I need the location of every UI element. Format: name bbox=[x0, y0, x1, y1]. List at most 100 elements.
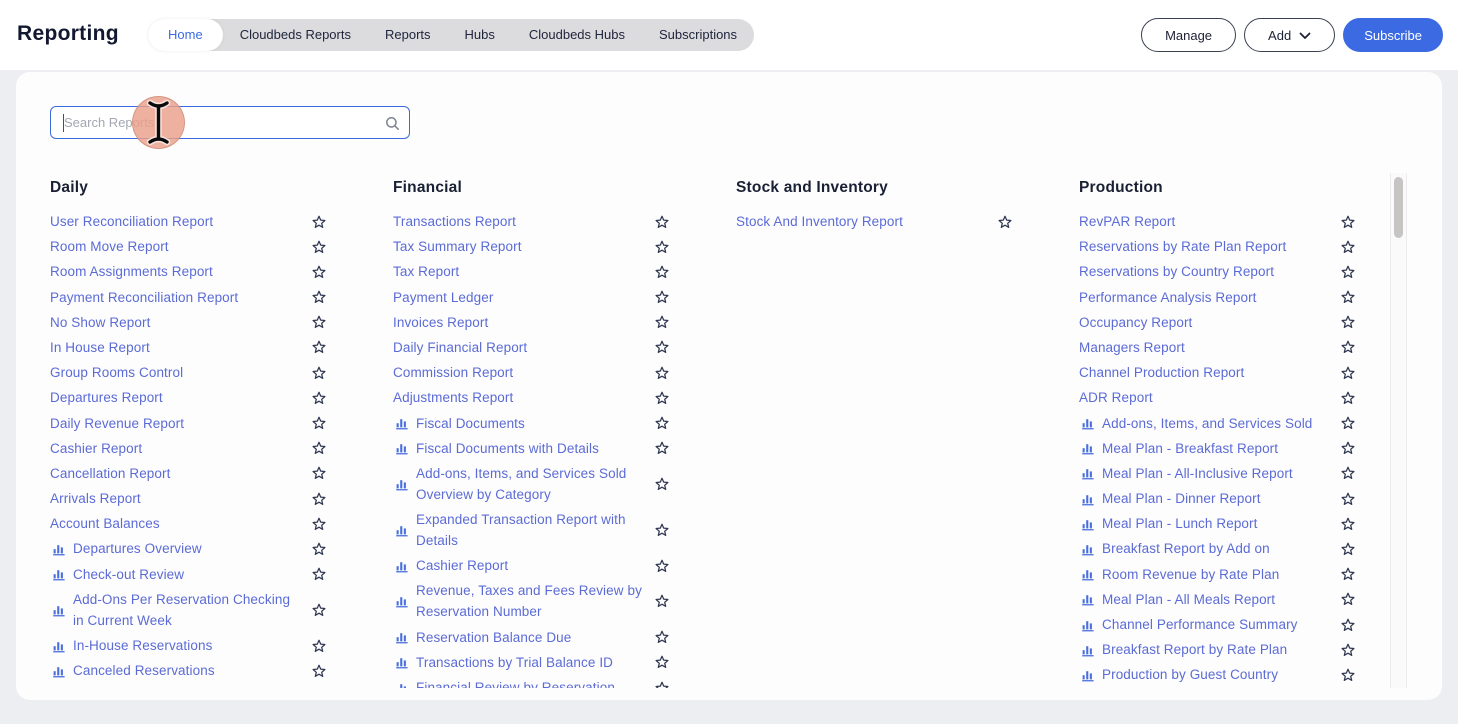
report-link[interactable]: Production by Guest Country bbox=[1102, 664, 1284, 685]
star-outline-icon[interactable] bbox=[306, 466, 326, 480]
report-link[interactable]: Arrivals Report bbox=[50, 488, 147, 509]
report-link[interactable]: Breakfast Report by Rate Plan bbox=[1102, 639, 1293, 660]
star-outline-icon[interactable] bbox=[306, 215, 326, 229]
report-link[interactable]: Departures Overview bbox=[73, 538, 208, 559]
star-outline-icon[interactable] bbox=[306, 315, 326, 329]
star-outline-icon[interactable] bbox=[1335, 643, 1355, 657]
tab-reports[interactable]: Reports bbox=[368, 19, 448, 51]
report-link[interactable]: Departures Report bbox=[50, 387, 169, 408]
star-outline-icon[interactable] bbox=[992, 215, 1012, 229]
star-outline-icon[interactable] bbox=[649, 441, 669, 455]
star-outline-icon[interactable] bbox=[1335, 290, 1355, 304]
report-link[interactable]: Canceled Reservations bbox=[73, 660, 221, 681]
tab-home[interactable]: Home bbox=[148, 19, 223, 51]
report-link[interactable]: Meal Plan - Dinner Report bbox=[1102, 488, 1267, 509]
report-link[interactable]: Meal Plan - Lunch Report bbox=[1102, 513, 1263, 534]
report-link[interactable]: Room Assignments Report bbox=[50, 261, 219, 282]
scrollbar[interactable] bbox=[1390, 173, 1407, 688]
scrollbar-thumb[interactable] bbox=[1394, 177, 1403, 238]
star-outline-icon[interactable] bbox=[1335, 340, 1355, 354]
report-link[interactable]: Add-ons, Items, and Services Sold Overvi… bbox=[416, 463, 649, 505]
star-outline-icon[interactable] bbox=[649, 315, 669, 329]
tab-cloudbeds-reports[interactable]: Cloudbeds Reports bbox=[223, 19, 368, 51]
manage-button[interactable]: Manage bbox=[1141, 18, 1236, 52]
report-link[interactable]: Tax Summary Report bbox=[393, 236, 528, 257]
report-link[interactable]: Payment Reconciliation Report bbox=[50, 287, 244, 308]
report-link[interactable]: Reservations by Country Report bbox=[1079, 261, 1280, 282]
star-outline-icon[interactable] bbox=[306, 603, 326, 617]
report-link[interactable]: Meal Plan - Breakfast Report bbox=[1102, 438, 1284, 459]
report-link[interactable]: Cashier Report bbox=[50, 438, 148, 459]
report-link[interactable]: Breakfast Report by Add on bbox=[1102, 538, 1276, 559]
report-link[interactable]: Account Balances bbox=[50, 513, 166, 534]
search-icon[interactable] bbox=[385, 116, 400, 131]
star-outline-icon[interactable] bbox=[1335, 542, 1355, 556]
report-link[interactable]: Adjustments Report bbox=[393, 387, 519, 408]
star-outline-icon[interactable] bbox=[1335, 618, 1355, 632]
star-outline-icon[interactable] bbox=[306, 290, 326, 304]
star-outline-icon[interactable] bbox=[306, 517, 326, 531]
star-outline-icon[interactable] bbox=[306, 340, 326, 354]
star-outline-icon[interactable] bbox=[1335, 567, 1355, 581]
star-outline-icon[interactable] bbox=[306, 366, 326, 380]
star-outline-icon[interactable] bbox=[649, 594, 669, 608]
star-outline-icon[interactable] bbox=[649, 366, 669, 380]
star-outline-icon[interactable] bbox=[1335, 668, 1355, 682]
report-link[interactable]: Daily Revenue Report bbox=[50, 413, 190, 434]
report-link[interactable]: Fiscal Documents bbox=[416, 413, 531, 434]
star-outline-icon[interactable] bbox=[306, 391, 326, 405]
report-link[interactable]: RevPAR Report bbox=[1079, 211, 1181, 232]
star-outline-icon[interactable] bbox=[1335, 265, 1355, 279]
star-outline-icon[interactable] bbox=[1335, 215, 1355, 229]
star-outline-icon[interactable] bbox=[1335, 517, 1355, 531]
star-outline-icon[interactable] bbox=[649, 265, 669, 279]
report-link[interactable]: Transactions Report bbox=[393, 211, 522, 232]
report-link[interactable]: Reservation Balance Due bbox=[416, 627, 577, 648]
star-outline-icon[interactable] bbox=[1335, 315, 1355, 329]
report-link[interactable]: Tax Report bbox=[393, 261, 465, 282]
report-link[interactable]: Channel Performance Summary bbox=[1102, 614, 1304, 635]
report-link[interactable]: Payment Ledger bbox=[393, 287, 499, 308]
star-outline-icon[interactable] bbox=[306, 664, 326, 678]
report-link[interactable]: Managers Report bbox=[1079, 337, 1191, 358]
report-link[interactable]: Cancellation Report bbox=[50, 463, 176, 484]
star-outline-icon[interactable] bbox=[649, 630, 669, 644]
report-link[interactable]: In-House Reservations bbox=[73, 635, 218, 656]
add-button[interactable]: Add bbox=[1244, 18, 1335, 52]
star-outline-icon[interactable] bbox=[1335, 441, 1355, 455]
star-outline-icon[interactable] bbox=[306, 567, 326, 581]
star-outline-icon[interactable] bbox=[649, 416, 669, 430]
star-outline-icon[interactable] bbox=[306, 542, 326, 556]
report-link[interactable]: Occupancy Report bbox=[1079, 312, 1198, 333]
report-link[interactable]: Stock And Inventory Report bbox=[736, 211, 909, 232]
report-link[interactable]: Reservations by Rate Plan Report bbox=[1079, 236, 1292, 257]
star-outline-icon[interactable] bbox=[1335, 391, 1355, 405]
report-link[interactable]: Financial Review by Reservation bbox=[416, 677, 621, 688]
star-outline-icon[interactable] bbox=[1335, 592, 1355, 606]
star-outline-icon[interactable] bbox=[649, 240, 669, 254]
star-outline-icon[interactable] bbox=[306, 639, 326, 653]
star-outline-icon[interactable] bbox=[1335, 416, 1355, 430]
report-link[interactable]: ADR Report bbox=[1079, 387, 1159, 408]
report-link[interactable]: Invoices Report bbox=[393, 312, 494, 333]
star-outline-icon[interactable] bbox=[649, 340, 669, 354]
star-outline-icon[interactable] bbox=[649, 559, 669, 573]
star-outline-icon[interactable] bbox=[1335, 366, 1355, 380]
star-outline-icon[interactable] bbox=[306, 416, 326, 430]
report-link[interactable]: Add-Ons Per Reservation Checking in Curr… bbox=[73, 589, 306, 631]
report-link[interactable]: In House Report bbox=[50, 337, 156, 358]
report-link[interactable]: Revenue, Taxes and Fees Review by Reserv… bbox=[416, 580, 649, 622]
search-input[interactable] bbox=[51, 107, 409, 138]
star-outline-icon[interactable] bbox=[649, 681, 669, 689]
star-outline-icon[interactable] bbox=[306, 265, 326, 279]
report-link[interactable]: Transactions by Trial Balance ID bbox=[416, 652, 619, 673]
report-link[interactable]: Meal Plan - All-Inclusive Report bbox=[1102, 463, 1299, 484]
report-link[interactable]: User Reconciliation Report bbox=[50, 211, 219, 232]
star-outline-icon[interactable] bbox=[649, 391, 669, 405]
star-outline-icon[interactable] bbox=[1335, 492, 1355, 506]
star-outline-icon[interactable] bbox=[306, 492, 326, 506]
report-link[interactable]: Daily Financial Report bbox=[393, 337, 533, 358]
report-link[interactable]: Commission Report bbox=[393, 362, 519, 383]
tab-cloudbeds-hubs[interactable]: Cloudbeds Hubs bbox=[512, 19, 642, 51]
report-link[interactable]: Cashier Report bbox=[416, 555, 514, 576]
